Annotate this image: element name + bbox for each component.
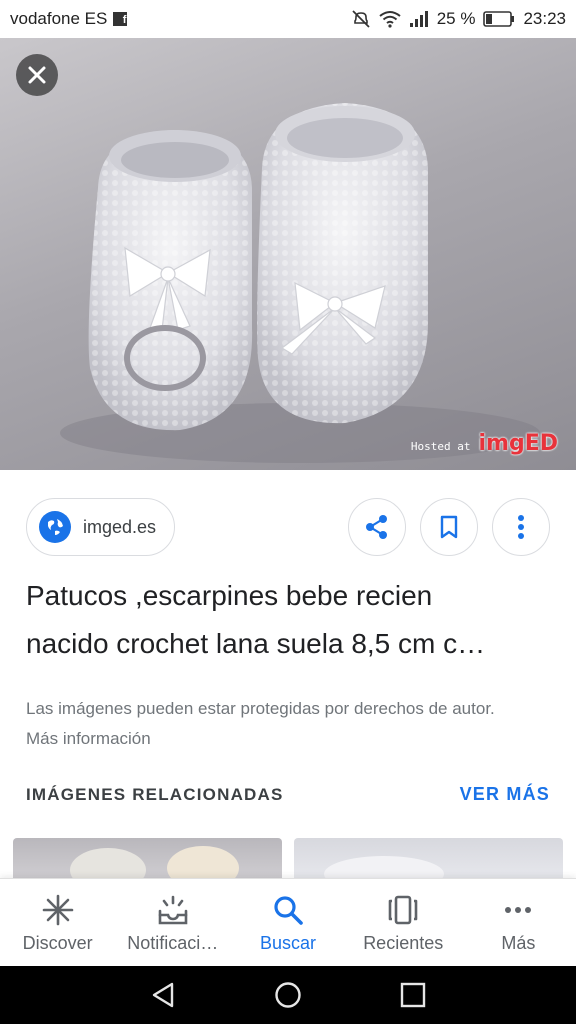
share-icon (366, 515, 387, 539)
result-image[interactable]: Hosted at imgED (0, 38, 576, 470)
result-title-line-2: nacido crochet lana suela 8,5 cm c… (26, 628, 486, 659)
nav-search-label: Buscar (259, 933, 317, 953)
nav-recent-label: Recientes (363, 933, 444, 953)
nav-discover-label: Discover (22, 933, 93, 953)
result-title[interactable]: Patucos ,escarpines bebe recien nacido c… (26, 572, 556, 668)
see-more-link[interactable]: VER MÁS (460, 784, 550, 805)
related-image-thumbnail[interactable] (13, 838, 282, 878)
overview-icon[interactable] (398, 980, 428, 1010)
battery-percent: 25 % (436, 9, 476, 28)
nav-notifications-label: Notificaci… (127, 933, 219, 953)
result-actions (348, 498, 550, 556)
share-button[interactable] (348, 498, 406, 556)
back-icon[interactable] (148, 980, 178, 1010)
watermark-brand: imgED (478, 431, 558, 456)
home-icon[interactable] (273, 980, 303, 1010)
recent-cards-icon (388, 895, 418, 925)
result-title-line-1: Patucos ,escarpines bebe recien (26, 580, 433, 611)
watermark-hosted-text: Hosted at (410, 440, 471, 453)
carrier-name: vodafone ES (10, 9, 108, 28)
related-image-thumbnail[interactable] (294, 838, 563, 878)
facebook-notification-icon: f (113, 12, 128, 26)
source-domain: imged.es (83, 516, 157, 537)
close-icon (28, 66, 46, 84)
globe-icon (39, 511, 71, 543)
battery-icon (483, 11, 515, 27)
bookmark-icon (440, 515, 458, 539)
source-link[interactable]: imged.es (26, 498, 176, 556)
nav-notifications[interactable]: Notificaci… (115, 879, 230, 966)
baby-booties-photo (60, 103, 540, 463)
notifications-tray-icon (158, 895, 188, 925)
save-button[interactable] (420, 498, 478, 556)
close-button[interactable] (16, 54, 58, 96)
related-thumbnail-photo-2 (324, 856, 444, 878)
search-icon (274, 896, 303, 925)
source-row: imged.es (26, 498, 550, 556)
related-images-strip (13, 838, 563, 878)
wifi-icon (379, 11, 401, 28)
more-options-button[interactable] (492, 498, 550, 556)
more-vert-icon (518, 515, 524, 539)
status-right: 25 % 23:23 (351, 9, 566, 29)
nav-more[interactable]: Más (461, 879, 576, 966)
more-dots-icon (505, 907, 532, 913)
mute-icon (352, 10, 370, 28)
signal-icon (409, 11, 428, 27)
bottom-navigation: Discover Notificaci… Buscar Recientes Má… (0, 878, 576, 966)
image-watermark: Hosted at imgED (411, 431, 558, 456)
status-bar: vodafone ES f 25 % 23:23 (0, 0, 576, 38)
copyright-notice[interactable]: Las imágenes pueden estar protegidas por… (26, 694, 526, 754)
nav-search[interactable]: Buscar (230, 879, 345, 966)
clock: 23:23 (523, 9, 566, 28)
related-images-header: IMÁGENES RELACIONADAS VER MÁS (26, 784, 550, 805)
related-images-title: IMÁGENES RELACIONADAS (26, 784, 284, 804)
nav-discover[interactable]: Discover (0, 879, 115, 966)
related-thumbnail-photo-1 (70, 846, 239, 878)
system-navigation-bar (0, 966, 576, 1024)
nav-more-label: Más (501, 933, 536, 953)
asterisk-icon (42, 894, 73, 926)
status-left: vodafone ES f (10, 9, 128, 29)
nav-recent[interactable]: Recientes (346, 879, 461, 966)
